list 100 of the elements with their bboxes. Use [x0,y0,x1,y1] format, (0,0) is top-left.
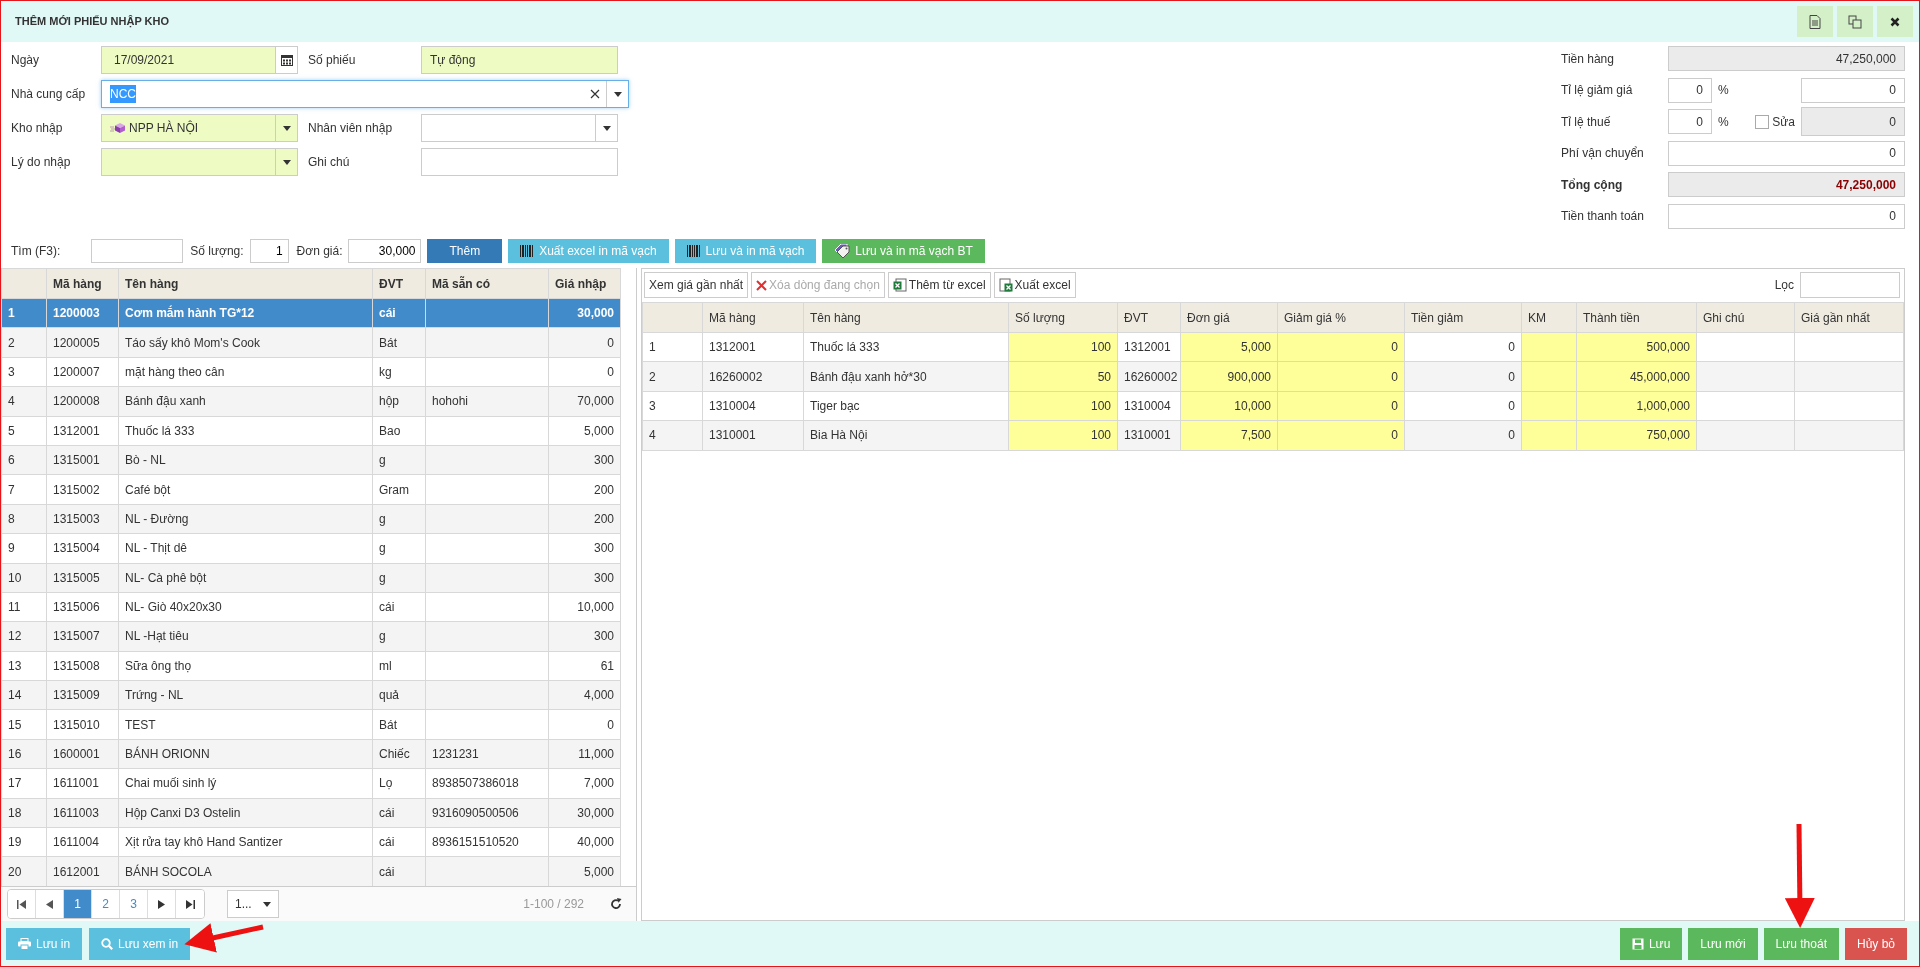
page-size-dropdown[interactable]: 1... [227,890,279,918]
table-cell: Xịt rửa tay khô Hand Santizer [118,827,373,857]
column-header: KM [1521,302,1577,333]
column-header: Mã hàng [46,268,119,299]
dropdown-field[interactable]: NPP HÀ NỘI [101,114,298,142]
toolbar-button[interactable]: Xuất excel [993,272,1076,298]
table-row[interactable]: 8 1315003 NL - Đường g 200 [1,504,621,534]
toolbar-button[interactable]: Thêm [427,239,503,263]
text-field[interactable]: Tự động [421,46,618,74]
table-cell: Bánh đậu xanh hở*30 [803,361,1009,392]
row-number: 4 [1,386,47,417]
table-cell: 1200007 [46,357,119,387]
table-row[interactable]: 14 1315009 Trứng - NL quả 4,000 [1,680,621,710]
number-field[interactable]: 47,250,000 [1668,172,1905,197]
table-cell: 0 [548,357,621,387]
table-row[interactable]: 11 1315006 NL- Giò 40x20x30 cái 10,000 [1,592,621,622]
table-row[interactable]: 1 1200003 Cơm mắm hành TG*12 cái 30,000 [1,298,621,328]
dropdown-field[interactable] [421,114,618,142]
table-cell: 5,000 [548,856,621,886]
table-cell: 1,000,000 [1576,391,1697,421]
next-page-button[interactable] [148,890,176,918]
table-cell: Bia Hà Nội [803,420,1009,451]
table-cell: NL -Hạt tiêu [118,621,373,652]
close-button[interactable] [1877,6,1913,37]
table-row[interactable]: 19 1611004 Xịt rửa tay khô Hand Santizer cái 8936151510520 40,000 [1,827,621,857]
footer-button[interactable]: Hủy bỏ [1844,927,1907,960]
number-field[interactable]: 0 [1801,107,1905,136]
number-field[interactable]: 0 [1668,140,1905,166]
number-field[interactable]: 0 [1801,77,1905,103]
table-row[interactable]: 10 1315005 NL- Cà phê bột g 300 [1,563,621,593]
table-row[interactable]: 9 1315004 NL - Thịt dê g 300 [1,533,621,563]
row-number: 19 [1,827,47,857]
column-header: Đơn giá [1180,302,1278,333]
filter-field[interactable] [1800,272,1900,298]
date-field[interactable]: 17/09/2021 [101,46,276,74]
toolbar-button[interactable]: Xem giá gần nhất [644,272,749,298]
table-cell: 61 [548,651,621,681]
percent-sign: % [1718,82,1729,99]
column-header: Mã sẵn có [425,268,549,299]
table-cell: 1231231 [425,739,549,769]
filter-label: Lọc [1774,277,1794,294]
row-number: 15 [1,709,47,740]
printer-icon [18,937,31,950]
table-cell: 10,000 [1180,391,1278,421]
calendar-button[interactable] [276,46,298,74]
number-field[interactable]: 0 [1668,109,1712,134]
table-row[interactable]: 16 1600001 BÁNH ORIONN Chiếc 1231231 11,000 [1,739,621,769]
table-row[interactable]: 20 1612001 BÁNH SOCOLA cái 5,000 [1,856,621,886]
field-label: Tìm (F3): [11,243,61,260]
table-cell: Thuốc lá 333 [118,416,373,446]
dropdown-field[interactable] [101,148,298,176]
table-row[interactable]: 3 1200007 mặt hàng theo cân kg 0 [1,357,621,387]
page-button[interactable]: 3 [120,890,148,918]
table-cell: Bò - NL [118,445,373,475]
toolbar-button[interactable]: Thêm từ excel [887,272,991,298]
table-cell: 100 [1008,420,1118,451]
table-cell: 750,000 [1576,420,1697,451]
table-cell: 1312001 [702,332,804,362]
column-header: Tiền giảm [1404,302,1522,333]
table-row[interactable]: 17 1611001 Chai muối sinh lý Lọ 8938507386018 7,000 [1,768,621,799]
text-field[interactable] [421,148,618,176]
price-field[interactable]: 30,000 [348,239,422,263]
page-button[interactable]: 1 [64,890,92,918]
table-row[interactable]: 12 1315007 NL -Hạt tiêu g 300 [1,621,621,652]
number-field[interactable]: 47,250,000 [1668,46,1905,71]
table-cell: 1200005 [46,327,119,358]
table-cell: 40,000 [548,827,621,857]
table-cell: ml [372,651,426,681]
table-cell: 1200008 [46,386,119,417]
table-row[interactable]: 7 1315002 Café bột Gram 200 [1,474,621,505]
search-field[interactable] [91,239,184,263]
table-cell: 1315009 [46,680,119,710]
row-number: 17 [1,768,47,799]
table-row[interactable]: 5 1312001 Thuốc lá 333 Bao 5,000 [1,416,621,446]
next-page-icon [158,899,165,909]
page-button[interactable]: 2 [92,890,120,918]
number-field[interactable]: 0 [1668,77,1712,103]
table-row[interactable]: 6 1315001 Bò - NL g 300 [1,445,621,475]
table-cell: 100 [1008,391,1118,421]
table-cell: mặt hàng theo cân [118,357,373,387]
table-cell: 1315007 [46,621,119,652]
quantity-field[interactable]: 1 [249,239,289,263]
table-row[interactable]: 4 1200008 Bánh đậu xanh hộp hohohi 70,000 [1,386,621,417]
table-row[interactable]: 18 1611003 Hộp Canxi D3 Ostelin cái 9316090500506 30,000 [1,798,621,828]
table-row[interactable]: 15 1315010 TEST Bát 0 [1,709,621,740]
checkbox[interactable] [1755,114,1770,129]
table-cell: 0 [1404,361,1522,392]
table-cell: Trứng - NL [118,680,373,710]
table-row[interactable]: 2 1200005 Táo sấy khô Mom's Cook Bát 0 [1,327,621,358]
number-field[interactable]: 0 [1668,203,1905,229]
last-page-button[interactable] [176,890,204,918]
first-page-button[interactable] [8,890,36,918]
excel-icon [998,278,1013,292]
document-button[interactable] [1797,6,1833,37]
column-header: Số lượng [1008,302,1118,333]
row-number: 10 [1,563,47,593]
previous-page-button[interactable] [36,890,64,918]
table-row[interactable]: 13 1315008 Sữa ông thọ ml 61 [1,651,621,681]
table-cell: 45,000,000 [1576,361,1697,392]
tags-icon [834,244,851,258]
